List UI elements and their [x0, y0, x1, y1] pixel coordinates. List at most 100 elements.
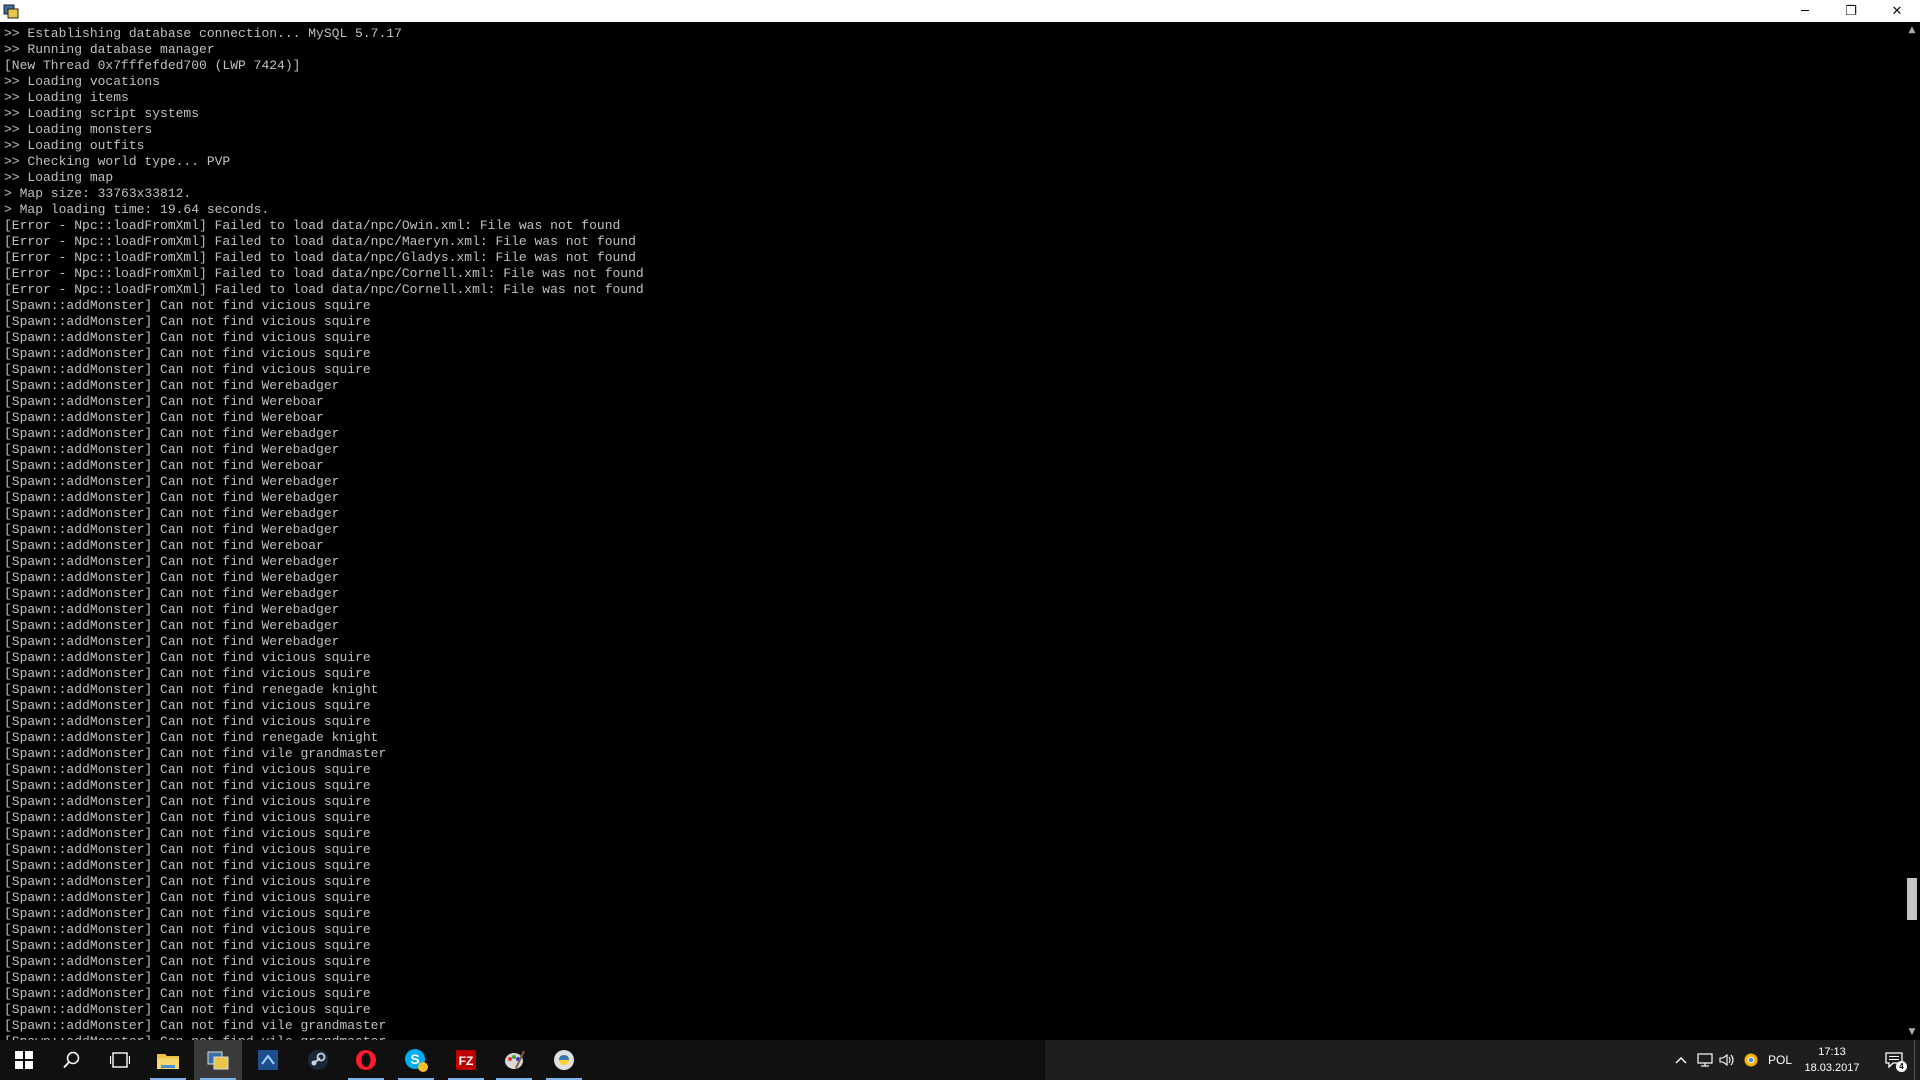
- console-line: [Spawn::addMonster] Can not find vicious…: [4, 1002, 371, 1017]
- clock-button[interactable]: 17:13 18.03.2017: [1790, 1040, 1874, 1080]
- taskbar-app-terminal[interactable]: [194, 1040, 242, 1080]
- console-line: [Spawn::addMonster] Can not find Werebad…: [4, 426, 340, 441]
- console-line: [Spawn::addMonster] Can not find vicious…: [4, 954, 371, 969]
- console-line: [Spawn::addMonster] Can not find vicious…: [4, 874, 371, 889]
- clock-date: 18.03.2017: [1804, 1062, 1860, 1074]
- restore-button[interactable]: ❐: [1828, 0, 1874, 22]
- action-center-button[interactable]: 4: [1874, 1040, 1914, 1080]
- console-line: [Spawn::addMonster] Can not find vicious…: [4, 778, 371, 793]
- steam-icon: [308, 1050, 328, 1070]
- paint-app-icon: [505, 1050, 525, 1069]
- skype-icon: S: [405, 1049, 428, 1072]
- console-line: [Spawn::addMonster] Can not find renegad…: [4, 682, 379, 697]
- console-line: [Error - Npc::loadFromXml] Failed to loa…: [4, 218, 621, 233]
- console-line: [Spawn::addMonster] Can not find Werebad…: [4, 474, 340, 489]
- console-line: [Spawn::addMonster] Can not find Wereboa…: [4, 458, 324, 473]
- console-line: > Map loading time: 19.64 seconds.: [4, 202, 270, 217]
- console-line: [Spawn::addMonster] Can not find Werebad…: [4, 570, 340, 585]
- scrollbar-thumb[interactable]: [1907, 878, 1917, 920]
- show-hidden-icons-button[interactable]: [1670, 1040, 1692, 1080]
- console-output[interactable]: >> Establishing database connection... M…: [0, 22, 1904, 1040]
- console-line: [Spawn::addMonster] Can not find Werebad…: [4, 378, 340, 393]
- console-line: [Spawn::addMonster] Can not find renegad…: [4, 730, 379, 745]
- scroll-up-arrow-icon[interactable]: ▲: [1904, 22, 1920, 38]
- console-line: [Spawn::addMonster] Can not find vicious…: [4, 858, 371, 873]
- taskbar-app-paint[interactable]: [490, 1040, 538, 1080]
- taskbar-app-python[interactable]: [540, 1040, 588, 1080]
- network-tray-button[interactable]: [1694, 1040, 1716, 1080]
- search-button[interactable]: [48, 1040, 96, 1080]
- console-line: [Spawn::addMonster] Can not find vicious…: [4, 714, 371, 729]
- console-line: [Spawn::addMonster] Can not find vicious…: [4, 842, 371, 857]
- close-button[interactable]: ✕: [1874, 0, 1920, 22]
- console-line: >> Running database manager: [4, 42, 215, 57]
- taskbar-app-steam[interactable]: [294, 1040, 342, 1080]
- console-line: [Spawn::addMonster] Can not find vile gr…: [4, 746, 387, 761]
- notification-count-badge: 4: [1896, 1061, 1907, 1072]
- console-line: [Spawn::addMonster] Can not find Wereboa…: [4, 538, 324, 553]
- console-line: [Spawn::addMonster] Can not find vicious…: [4, 762, 371, 777]
- console-line: [Spawn::addMonster] Can not find vicious…: [4, 938, 371, 953]
- console-line: [Spawn::addMonster] Can not find vicious…: [4, 298, 371, 313]
- console-line: [Spawn::addMonster] Can not find Werebad…: [4, 618, 340, 633]
- close-icon: ✕: [1891, 3, 1903, 19]
- task-view-icon: [110, 1052, 130, 1068]
- console-line: [Spawn::addMonster] Can not find Werebad…: [4, 490, 340, 505]
- console-line: >> Establishing database connection... M…: [4, 26, 402, 41]
- console-line: [Spawn::addMonster] Can not find Werebad…: [4, 586, 340, 601]
- console-line: [Spawn::addMonster] Can not find Wereboa…: [4, 410, 324, 425]
- console-line: >> Loading vocations: [4, 74, 161, 89]
- minimize-icon: ─: [1801, 3, 1809, 19]
- console-line: >> Loading map: [4, 170, 114, 185]
- console-line: >> Loading outfits: [4, 138, 145, 153]
- taskbar-app-filezilla[interactable]: FZ: [442, 1040, 490, 1080]
- svg-text:S: S: [410, 1051, 419, 1067]
- chrome-tray-icon: [1744, 1053, 1758, 1067]
- chevron-up-icon: [1675, 1057, 1687, 1064]
- language-indicator: POL: [1767, 1053, 1792, 1067]
- console-line: [Spawn::addMonster] Can not find vicious…: [4, 330, 371, 345]
- console-line: [Spawn::addMonster] Can not find vicious…: [4, 810, 371, 825]
- console-line: [Error - Npc::loadFromXml] Failed to loa…: [4, 234, 636, 249]
- show-desktop-button[interactable]: [1914, 1040, 1920, 1080]
- console-scrollbar[interactable]: ▲ ▼: [1904, 22, 1920, 1040]
- opera-icon: [356, 1050, 376, 1070]
- console-line: >> Checking world type... PVP: [4, 154, 231, 169]
- scroll-down-arrow-icon[interactable]: ▼: [1904, 1024, 1920, 1040]
- console-line: [Spawn::addMonster] Can not find vicious…: [4, 362, 371, 377]
- taskbar-app-visual-studio[interactable]: [244, 1040, 292, 1080]
- start-button[interactable]: [0, 1040, 48, 1080]
- tray-app-button[interactable]: [1740, 1040, 1762, 1080]
- console-line: [Error - Npc::loadFromXml] Failed to loa…: [4, 266, 644, 281]
- console-line: [Error - Npc::loadFromXml] Failed to loa…: [4, 282, 644, 297]
- console-line: [Spawn::addMonster] Can not find vicious…: [4, 890, 371, 905]
- file-explorer-icon: [157, 1054, 179, 1069]
- console-line: [Spawn::addMonster] Can not find Werebad…: [4, 554, 340, 569]
- visual-studio-icon: [258, 1050, 278, 1070]
- console-line: [New Thread 0x7fffefded700 (LWP 7424)]: [4, 58, 301, 73]
- title-bar[interactable]: ─ ❐ ✕: [0, 0, 1920, 22]
- console-line: >> Loading script systems: [4, 106, 200, 121]
- volume-tray-button[interactable]: [1716, 1040, 1738, 1080]
- console-line: [Spawn::addMonster] Can not find vicious…: [4, 922, 371, 937]
- console-line: [Spawn::addMonster] Can not find Werebad…: [4, 506, 340, 521]
- task-view-button[interactable]: [96, 1040, 144, 1080]
- taskbar-app-opera[interactable]: [342, 1040, 390, 1080]
- taskbar-app-file-explorer[interactable]: [144, 1040, 192, 1080]
- console-line: [Spawn::addMonster] Can not find Werebad…: [4, 634, 340, 649]
- clock-time: 17:13: [1818, 1046, 1846, 1058]
- console-line: [Spawn::addMonster] Can not find vicious…: [4, 970, 371, 985]
- minimize-button[interactable]: ─: [1782, 0, 1828, 22]
- taskbar-app-skype[interactable]: S: [392, 1040, 440, 1080]
- console-line: [Spawn::addMonster] Can not find vicious…: [4, 346, 371, 361]
- console-line: > Map size: 33763x33812.: [4, 186, 192, 201]
- app-icon[interactable]: [3, 3, 19, 19]
- console-line: [Spawn::addMonster] Can not find vile gr…: [4, 1018, 387, 1033]
- console-line: [Error - Npc::loadFromXml] Failed to loa…: [4, 250, 636, 265]
- taskbar: S FZ POL 17:13 18.03.2017 4: [0, 1040, 1920, 1080]
- console-line: [Spawn::addMonster] Can not find vicious…: [4, 698, 371, 713]
- console-lines: >> Establishing database connection... M…: [4, 26, 644, 1040]
- network-icon: [1697, 1053, 1713, 1067]
- svg-text:FZ: FZ: [459, 1054, 474, 1068]
- console-line: [Spawn::addMonster] Can not find Wereboa…: [4, 394, 324, 409]
